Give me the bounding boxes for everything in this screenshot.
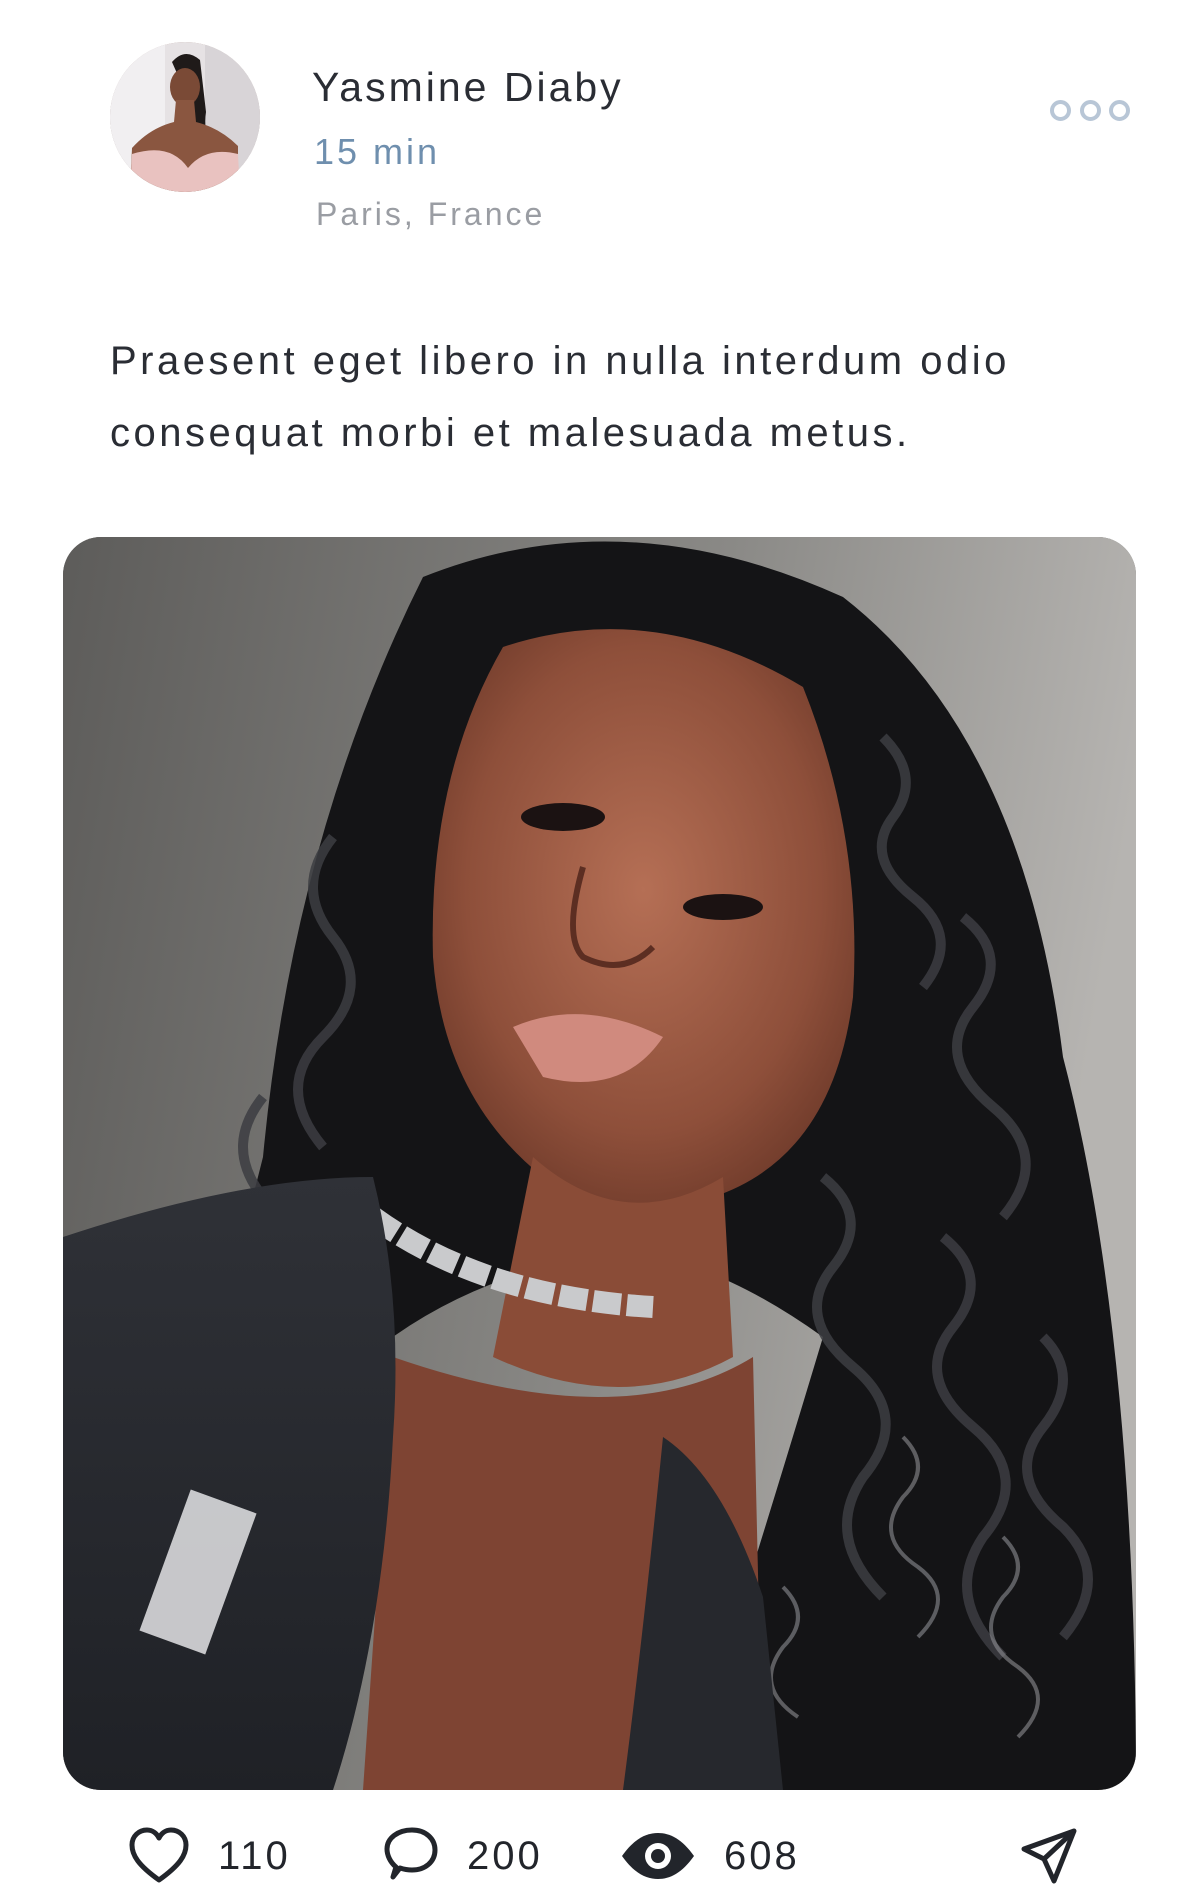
post-location: Paris, France xyxy=(316,196,546,232)
post-card: Yasmine Diaby 15 min Paris, France Praes… xyxy=(0,0,1200,1894)
post-action-bar: 110 200 608 xyxy=(0,1826,1200,1894)
post-caption: Praesent eget libero in nulla interdum o… xyxy=(110,339,1010,455)
heart-icon xyxy=(129,1827,189,1883)
like-count: 110 xyxy=(218,1833,291,1878)
send-icon xyxy=(1021,1828,1077,1884)
more-dots-icon xyxy=(1109,99,1130,121)
post-timestamp: 15 min xyxy=(314,131,441,172)
more-options-button[interactable] xyxy=(1050,92,1130,128)
more-dots-icon xyxy=(1050,99,1071,121)
view-count: 608 xyxy=(724,1833,800,1878)
post-photo[interactable] xyxy=(63,537,1136,1790)
comment-bubble-icon xyxy=(384,1827,438,1880)
like-button[interactable]: 110 xyxy=(128,1826,291,1886)
views-indicator: 608 xyxy=(620,1826,800,1886)
comment-count: 200 xyxy=(467,1833,543,1878)
author-avatar[interactable] xyxy=(110,42,260,192)
comment-button[interactable]: 200 xyxy=(383,1826,543,1886)
avatar-image xyxy=(110,42,260,192)
author-name[interactable]: Yasmine Diaby xyxy=(312,64,624,111)
more-dots-icon xyxy=(1079,99,1101,121)
eye-icon xyxy=(622,1833,694,1879)
share-button[interactable] xyxy=(1020,1826,1078,1886)
post-photo-image xyxy=(63,537,1136,1790)
